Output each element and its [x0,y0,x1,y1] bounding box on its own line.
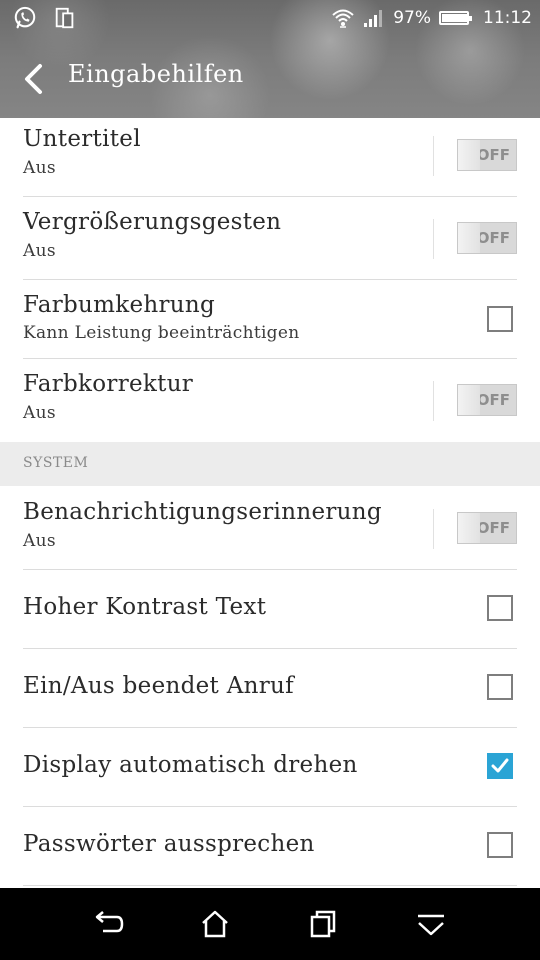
section-header-system: SYSTEM [0,442,540,486]
recent-apps-icon[interactable] [306,908,340,940]
setting-row-display-automatisch-drehen[interactable]: Display automatisch drehen [0,728,540,807]
setting-title: Display automatisch drehen [23,752,358,778]
setting-title: Untertitel [23,126,141,152]
settings-list: Untertitel Aus OFF Vergrößerungsgesten A… [0,118,540,886]
divider-vertical [433,219,434,259]
farbkorrektur-toggle[interactable]: OFF [457,384,517,416]
setting-row-farbumkehrung[interactable]: Farbumkehrung Kann Leistung beeinträchti… [0,280,540,359]
setting-row-benachrichtigungserinnerung[interactable]: Benachrichtigungserinnerung Aus OFF [0,486,540,570]
navigation-bar [0,888,540,960]
ein-aus-checkbox[interactable] [487,674,513,700]
checkmark-icon [491,758,509,773]
whatsapp-icon [14,6,36,29]
status-right: 97% 11:12 [331,4,532,32]
divider-vertical [433,381,434,421]
benachrichtigungserinnerung-toggle[interactable]: OFF [457,512,517,544]
status-left-icons [12,6,78,30]
setting-subtitle: Aus [23,158,56,178]
section-label: SYSTEM [23,455,89,471]
auto-rotate-checkbox[interactable] [487,753,513,779]
home-icon[interactable] [198,908,232,940]
setting-title: Farbkorrektur [23,371,194,397]
battery-percent: 97% [393,8,431,28]
page-title: Eingabehilfen [68,60,244,88]
header: 97% 11:12 Eingabehilfen [0,0,540,118]
clock: 11:12 [483,8,532,28]
setting-subtitle: Aus [23,241,56,261]
setting-title: Passwörter aussprechen [23,831,315,857]
setting-subtitle: Aus [23,403,56,423]
setting-row-ein-aus-beendet-anruf[interactable]: Ein/Aus beendet Anruf [0,649,540,728]
wifi-icon [332,9,354,28]
setting-row-passwoerter-aussprechen[interactable]: Passwörter aussprechen [0,807,540,886]
untertitel-toggle[interactable]: OFF [457,139,517,171]
sim-card-icon [55,7,74,29]
setting-row-vergroesserungsgesten[interactable]: Vergrößerungsgesten Aus OFF [0,197,540,280]
divider-vertical [433,136,434,176]
battery-icon [439,11,472,25]
status-bar: 97% 11:12 [0,0,540,36]
setting-title: Ein/Aus beendet Anruf [23,673,294,699]
setting-row-farbkorrektur[interactable]: Farbkorrektur Aus OFF [0,359,540,442]
hide-keyboard-icon[interactable] [414,908,448,940]
setting-title: Vergrößerungsgesten [23,209,282,235]
setting-title: Farbumkehrung [23,292,216,318]
vergroesserungsgesten-toggle[interactable]: OFF [457,222,517,254]
setting-subtitle: Kann Leistung beeinträchtigen [23,323,300,343]
passwoerter-checkbox[interactable] [487,832,513,858]
setting-title: Benachrichtigungserinnerung [23,499,382,525]
back-arrow-icon[interactable] [20,62,48,96]
farbumkehrung-checkbox[interactable] [487,306,513,332]
setting-subtitle: Aus [23,531,56,551]
setting-row-hoher-kontrast-text[interactable]: Hoher Kontrast Text [0,570,540,649]
hoher-kontrast-checkbox[interactable] [487,595,513,621]
divider-vertical [433,509,434,549]
setting-row-untertitel[interactable]: Untertitel Aus OFF [0,118,540,197]
action-bar: Eingabehilfen [0,40,540,116]
setting-title: Hoher Kontrast Text [23,594,267,620]
divider [23,885,517,886]
signal-icon [364,10,383,27]
back-icon[interactable] [91,908,125,940]
